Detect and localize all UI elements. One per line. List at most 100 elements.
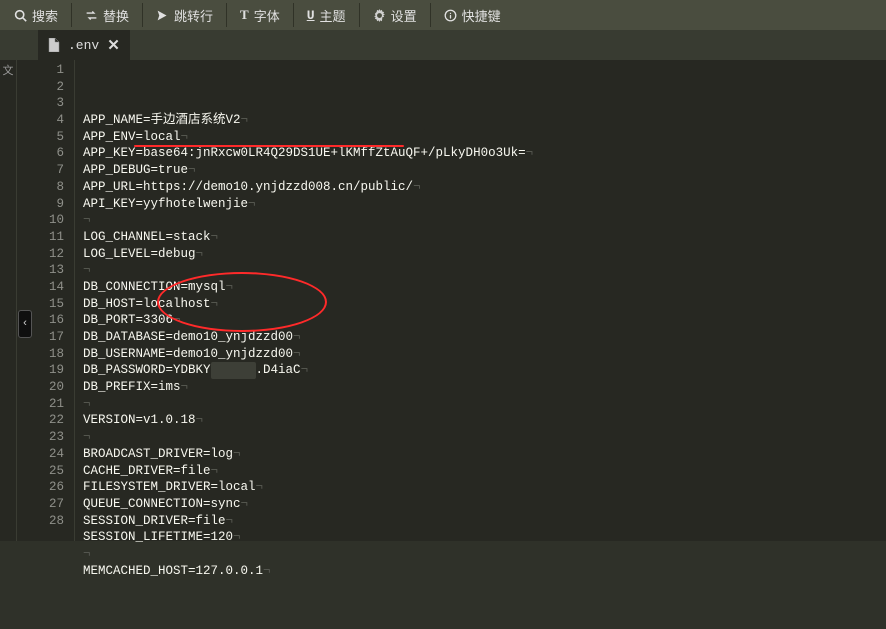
highlight-underline	[134, 145, 404, 147]
line-number: 8	[27, 179, 64, 196]
code-line: LOG_LEVEL=debug¬	[83, 246, 886, 263]
toolbar-shortcut[interactable]: 快捷键	[434, 0, 511, 30]
line-number: 10	[27, 212, 64, 229]
eol-marker: ¬	[241, 497, 249, 511]
eol-marker: ¬	[196, 247, 204, 261]
code-editor[interactable]: APP_NAME=手边酒店系统V2¬APP_ENV=local¬APP_KEY=…	[75, 60, 886, 541]
line-number: 20	[27, 379, 64, 396]
eol-marker: ¬	[188, 163, 196, 177]
toolbar-theme[interactable]: U 主题	[297, 0, 356, 30]
search-icon	[14, 9, 27, 22]
line-number: 1	[27, 62, 64, 79]
line-number: 27	[27, 496, 64, 513]
eol-marker: ¬	[83, 263, 91, 277]
code-line: ¬	[83, 429, 886, 446]
divider	[293, 3, 294, 27]
code-line: DB_HOST=localhost¬	[83, 296, 886, 313]
eol-marker: ¬	[226, 514, 234, 528]
divider	[430, 3, 431, 27]
eol-marker: ¬	[293, 330, 301, 344]
divider	[226, 3, 227, 27]
line-number: 3	[27, 95, 64, 112]
code-line: APP_URL=https://demo10.ynjdzzd008.cn/pub…	[83, 179, 886, 196]
eol-marker: ¬	[256, 480, 264, 494]
line-number: 22	[27, 412, 64, 429]
toolbar-label: 替换	[103, 6, 129, 25]
toolbar-goto[interactable]: 跳转行	[146, 0, 223, 30]
line-number: 2	[27, 79, 64, 96]
code-line: DB_CONNECTION=mysql¬	[83, 279, 886, 296]
eol-marker: ¬	[196, 413, 204, 427]
code-line: API_KEY=yyfhotelwenjie¬	[83, 196, 886, 213]
code-line: ¬	[83, 396, 886, 413]
line-number: 12	[27, 246, 64, 263]
code-line: ¬	[83, 212, 886, 229]
eol-marker: ¬	[413, 180, 421, 194]
eol-marker: ¬	[226, 280, 234, 294]
code-line: VERSION=v1.0.18¬	[83, 412, 886, 429]
line-number: 19	[27, 362, 64, 379]
tab-filename: .env	[68, 38, 99, 53]
close-icon[interactable]: ✕	[107, 36, 120, 55]
line-number: 24	[27, 446, 64, 463]
toolbar-search[interactable]: 搜索	[4, 0, 68, 30]
eol-marker: ¬	[293, 347, 301, 361]
toolbar-label: 快捷键	[462, 6, 501, 25]
line-number: 28	[27, 513, 64, 530]
line-number: 18	[27, 346, 64, 363]
code-line: ¬	[83, 546, 886, 563]
eol-marker: ¬	[181, 130, 189, 144]
eol-marker: ¬	[241, 113, 249, 127]
settings-icon	[373, 9, 386, 22]
eol-marker: ¬	[301, 363, 309, 377]
divider	[359, 3, 360, 27]
divider	[71, 3, 72, 27]
line-number: 26	[27, 479, 64, 496]
code-line: APP_ENV=local¬	[83, 129, 886, 146]
line-number: 4	[27, 112, 64, 129]
panel-collapse-handle[interactable]: ‹	[18, 310, 32, 338]
eol-marker: ¬	[83, 547, 91, 561]
tab-env-file[interactable]: .env ✕	[38, 30, 130, 60]
code-line: ¬	[83, 262, 886, 279]
eol-marker: ¬	[263, 564, 271, 578]
font-icon: T	[240, 7, 249, 23]
line-number: 16	[27, 312, 64, 329]
eol-marker: ¬	[233, 447, 241, 461]
toolbar-settings[interactable]: 设置	[363, 0, 427, 30]
code-line: APP_KEY=base64:jnRxcw0LR4Q29DS1UE+lKMffZ…	[83, 145, 886, 162]
eol-marker: ¬	[83, 397, 91, 411]
code-line: DB_PORT=3306¬	[83, 312, 886, 329]
line-number: 13	[27, 262, 64, 279]
toolbar-label: 字体	[254, 6, 280, 25]
goto-icon	[156, 9, 169, 22]
side-panel-stub: 文	[0, 60, 17, 541]
code-line: SESSION_LIFETIME=120¬	[83, 529, 886, 546]
redacted: ██████	[211, 362, 256, 379]
toolbar-label: 设置	[391, 6, 417, 25]
eol-marker: ¬	[211, 297, 219, 311]
chevron-left-icon: ‹	[22, 318, 29, 330]
shortcut-icon	[444, 9, 457, 22]
line-number: 17	[27, 329, 64, 346]
code-line: QUEUE_CONNECTION=sync¬	[83, 496, 886, 513]
editor-area: 文 ‹ 123456789101112131415161718192021222…	[0, 60, 886, 541]
divider	[142, 3, 143, 27]
side-panel-label: 文	[3, 62, 14, 78]
line-number: 14	[27, 279, 64, 296]
code-line: LOG_CHANNEL=stack¬	[83, 229, 886, 246]
toolbar-replace[interactable]: 替换	[75, 0, 139, 30]
eol-marker: ¬	[211, 464, 219, 478]
code-line: CACHE_DRIVER=file¬	[83, 463, 886, 480]
file-icon	[48, 38, 60, 52]
eol-marker: ¬	[211, 230, 219, 244]
theme-icon: U	[307, 8, 315, 23]
code-line: APP_DEBUG=true¬	[83, 162, 886, 179]
replace-icon	[85, 9, 98, 22]
toolbar-font[interactable]: T 字体	[230, 0, 290, 30]
eol-marker: ¬	[526, 146, 534, 160]
code-line: SESSION_DRIVER=file¬	[83, 513, 886, 530]
code-line: DB_PREFIX=ims¬	[83, 379, 886, 396]
toolbar-label: 主题	[320, 6, 346, 25]
code-line: FILESYSTEM_DRIVER=local¬	[83, 479, 886, 496]
